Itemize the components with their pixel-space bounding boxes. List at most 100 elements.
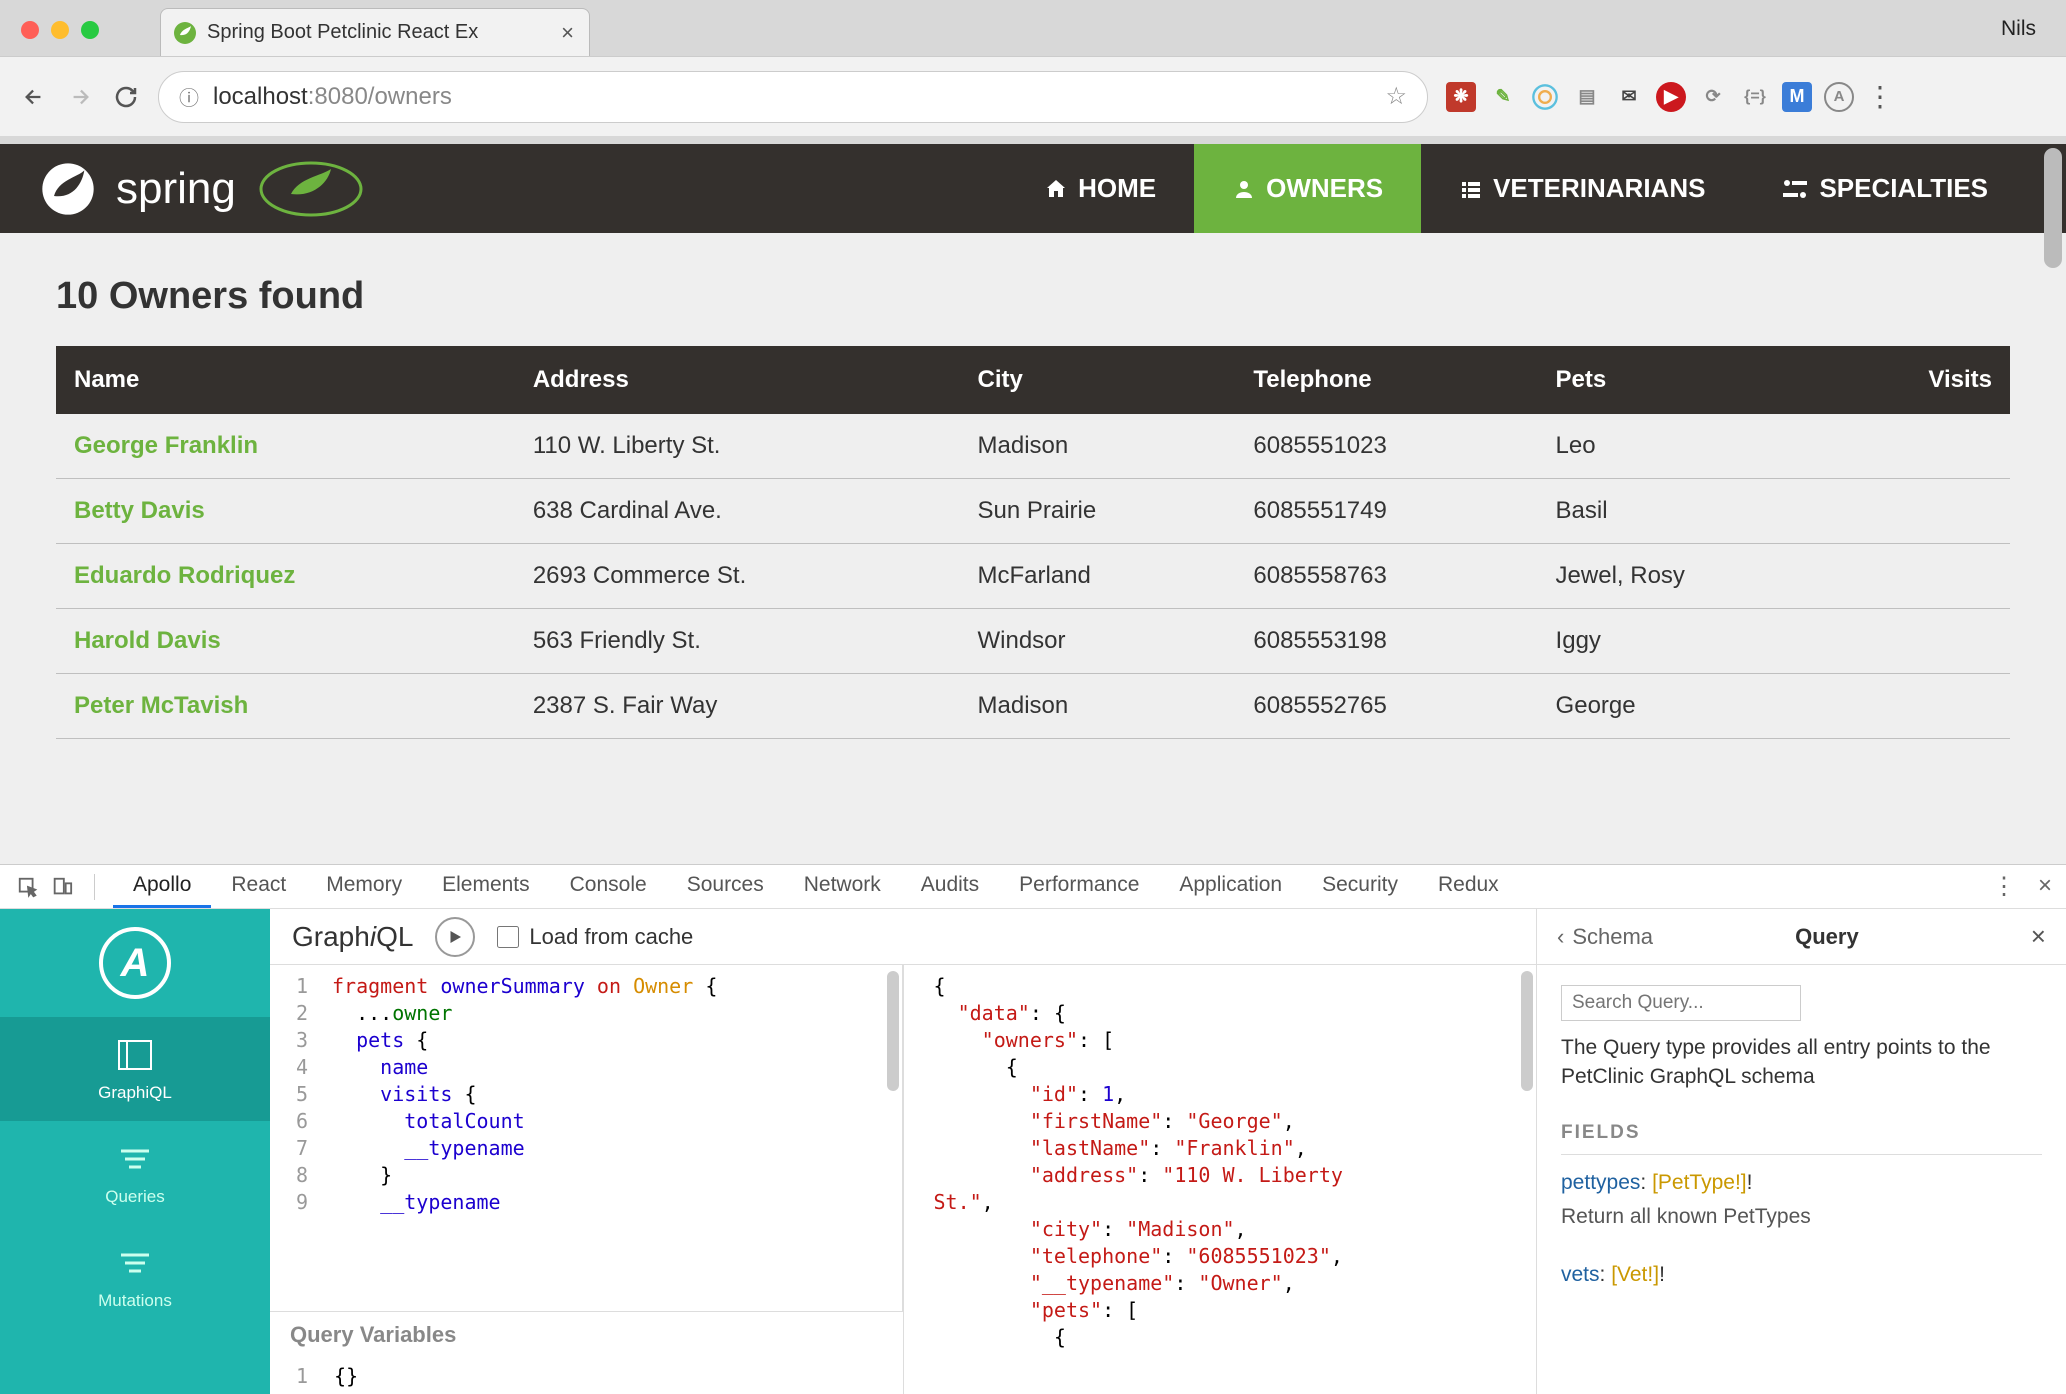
extension-icon-3[interactable]	[1530, 82, 1560, 112]
devtools-close-icon[interactable]: ×	[2038, 872, 2052, 901]
play-button[interactable]	[435, 917, 475, 957]
result-scrollbar[interactable]	[1521, 971, 1533, 1091]
spring-logo-text: spring	[116, 164, 236, 214]
extension-icon-5[interactable]: ✉	[1614, 82, 1644, 112]
devtools-tab-network[interactable]: Network	[784, 865, 901, 908]
bookmark-star-icon[interactable]: ☆	[1385, 82, 1407, 111]
query-variables-header[interactable]: Query Variables	[270, 1311, 903, 1358]
back-button[interactable]	[20, 83, 48, 111]
devtools-tab-security[interactable]: Security	[1302, 865, 1418, 908]
window-close-button[interactable]	[21, 21, 39, 39]
cell-telephone: 6085551023	[1235, 414, 1537, 479]
nav-owners[interactable]: OWNERS	[1194, 144, 1421, 233]
devtools-tab-audits[interactable]: Audits	[901, 865, 999, 908]
owner-name-link[interactable]: Eduardo Rodriquez	[56, 544, 515, 609]
page-scrollbar[interactable]	[2044, 148, 2062, 268]
result-pane[interactable]: { "data": { "owners": [ { "id": 1, "firs…	[904, 965, 1537, 1394]
field-vets[interactable]: vets: [Vet!]!	[1561, 1263, 2042, 1287]
cell-address: 638 Cardinal Ave.	[515, 479, 960, 544]
owner-name-link[interactable]: Peter McTavish	[56, 674, 515, 739]
cell-visits	[1832, 479, 2010, 544]
nav-menu: HOME OWNERS VETERINARIANS SPECIALTIES	[1006, 144, 2026, 233]
doc-back-button[interactable]: ‹ Schema	[1557, 924, 1653, 950]
devtools-tab-redux[interactable]: Redux	[1418, 865, 1519, 908]
devtools-body: A GraphiQL Queries Mutations GraphiQL	[0, 909, 2066, 1394]
separator	[94, 874, 95, 900]
doc-search-input[interactable]	[1561, 985, 1801, 1021]
spring-logo[interactable]: spring	[40, 159, 366, 219]
window-minimize-button[interactable]	[51, 21, 69, 39]
cell-address: 2387 S. Fair Way	[515, 674, 960, 739]
devtools-right-controls: ⋮ ×	[1992, 872, 2052, 901]
apollo-logo-icon[interactable]: A	[99, 927, 171, 999]
owner-name-link[interactable]: Betty Davis	[56, 479, 515, 544]
page-title: 10 Owners found	[56, 275, 2010, 318]
extension-icon-10[interactable]: A	[1824, 82, 1854, 112]
table-row: George Franklin 110 W. Liberty St. Madis…	[56, 414, 2010, 479]
devtools-tab-react[interactable]: React	[211, 865, 306, 908]
browser-toolbar: ⓘ localhost:8080/owners ☆ ❋ ✎ ▤ ✉ ▶ ⟳ {=…	[0, 56, 2066, 136]
query-editor[interactable]: 123456789 fragment ownerSummary on Owner…	[270, 965, 903, 1311]
devtools-menu-icon[interactable]: ⋮	[1992, 872, 2016, 901]
owner-name-link[interactable]: Harold Davis	[56, 609, 515, 674]
devtools-tab-elements[interactable]: Elements	[422, 865, 550, 908]
editor-scrollbar[interactable]	[887, 971, 899, 1091]
cell-address: 563 Friendly St.	[515, 609, 960, 674]
extension-icon-4[interactable]: ▤	[1572, 82, 1602, 112]
window-maximize-button[interactable]	[81, 21, 99, 39]
table-row: Peter McTavish 2387 S. Fair Way Madison …	[56, 674, 2010, 739]
devtools-tab-application[interactable]: Application	[1159, 865, 1302, 908]
nav-home[interactable]: HOME	[1006, 144, 1194, 233]
queries-icon	[113, 1139, 157, 1179]
sidebar-mutations[interactable]: Mutations	[98, 1225, 172, 1329]
devtools-tab-console[interactable]: Console	[550, 865, 667, 908]
graphiql-icon	[113, 1035, 157, 1075]
inspect-icon[interactable]	[14, 873, 42, 901]
spring-favicon-icon	[173, 21, 197, 45]
address-bar[interactable]: ⓘ localhost:8080/owners ☆	[158, 71, 1428, 123]
devtools-tab-memory[interactable]: Memory	[306, 865, 422, 908]
profile-name[interactable]: Nils	[2001, 17, 2036, 41]
extension-icon-6[interactable]: ▶	[1656, 82, 1686, 112]
extension-icon-1[interactable]: ❋	[1446, 82, 1476, 112]
leaf-logo-icon	[256, 159, 366, 219]
sidebar-queries[interactable]: Queries	[105, 1121, 165, 1225]
nav-specialties[interactable]: SPECIALTIES	[1743, 144, 2026, 233]
cell-telephone: 6085551749	[1235, 479, 1537, 544]
cell-telephone: 6085558763	[1235, 544, 1537, 609]
cell-pets: Leo	[1538, 414, 1833, 479]
extension-icon-9[interactable]: M	[1782, 82, 1812, 112]
devtools-tab-sources[interactable]: Sources	[667, 865, 784, 908]
cell-visits	[1832, 544, 2010, 609]
forward-button[interactable]	[66, 83, 94, 111]
load-from-cache-checkbox[interactable]: Load from cache	[497, 924, 693, 950]
query-variables-editor[interactable]: 1 {}	[270, 1358, 903, 1394]
col-address: Address	[515, 346, 960, 414]
doc-body: The Query type provides all entry points…	[1537, 965, 2066, 1317]
tab-close-icon[interactable]: ×	[561, 20, 574, 46]
col-telephone: Telephone	[1235, 346, 1537, 414]
extension-icon-7[interactable]: ⟳	[1698, 82, 1728, 112]
field-pettypes[interactable]: pettypes: [[PetType!]!PetType!]!	[1561, 1171, 2042, 1195]
browser-tab[interactable]: Spring Boot Petclinic React Ex ×	[160, 8, 590, 56]
reload-button[interactable]	[112, 83, 140, 111]
extension-icon-8[interactable]: {=}	[1740, 82, 1770, 112]
apollo-sidebar: A GraphiQL Queries Mutations	[0, 909, 270, 1394]
extension-icon-2[interactable]: ✎	[1488, 82, 1518, 112]
doc-close-icon[interactable]: ×	[2031, 921, 2046, 952]
cell-pets: Basil	[1538, 479, 1833, 544]
owner-name-link[interactable]: George Franklin	[56, 414, 515, 479]
device-icon[interactable]	[48, 873, 76, 901]
col-name: Name	[56, 346, 515, 414]
nav-veterinarians[interactable]: VETERINARIANS	[1421, 144, 1743, 233]
browser-menu-icon[interactable]: ⋮	[1866, 80, 1892, 113]
cache-checkbox-input[interactable]	[497, 926, 519, 948]
tab-strip: Spring Boot Petclinic React Ex ×	[160, 8, 590, 56]
cell-city: Madison	[960, 414, 1236, 479]
devtools-tab-apollo[interactable]: Apollo	[113, 865, 211, 908]
site-info-icon[interactable]: ⓘ	[179, 82, 199, 111]
sidebar-graphiql[interactable]: GraphiQL	[0, 1017, 270, 1121]
url-text: localhost:8080/owners	[213, 83, 1371, 111]
col-visits: Visits	[1832, 346, 2010, 414]
devtools-tab-performance[interactable]: Performance	[999, 865, 1159, 908]
